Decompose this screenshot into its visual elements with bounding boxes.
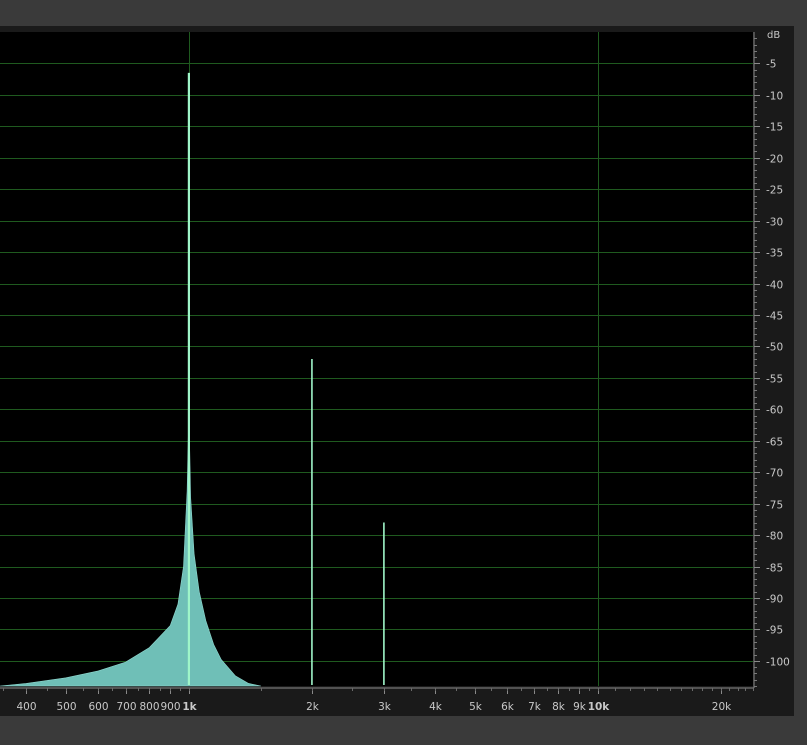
y-tick-label: -60 xyxy=(766,405,783,417)
x-tick-label: 2k xyxy=(306,701,320,713)
x-tick-label: 8k xyxy=(552,701,566,713)
x-tick-label: 5k xyxy=(469,701,483,713)
y-tick-label: -55 xyxy=(766,374,783,386)
y-tick-label: -80 xyxy=(766,531,783,543)
x-tick-label: 20k xyxy=(712,701,732,713)
y-tick-label: -45 xyxy=(766,311,783,323)
y-tick-label: -85 xyxy=(766,563,783,575)
x-tick-label: 6k xyxy=(501,701,515,713)
x-tick-label: 600 xyxy=(88,701,108,713)
y-tick-label: -65 xyxy=(766,437,783,449)
y-axis-unit-label: dB xyxy=(767,30,780,41)
x-tick-label: 1k xyxy=(182,701,197,713)
x-tick-label: 9k xyxy=(573,701,587,713)
y-tick-label: -100 xyxy=(766,657,790,669)
spectrum-analyzer-panel: -5 -10 -15 -20 -25 -30 -35 -40 -45 -50 -55 -60 -65 -7… xyxy=(0,0,807,741)
y-tick-label: -95 xyxy=(766,625,783,637)
y-tick-label: -50 xyxy=(766,342,783,354)
y-tick-label: -35 xyxy=(766,248,783,260)
y-tick-label: -20 xyxy=(766,154,783,166)
y-tick-label: -5 xyxy=(766,59,776,71)
y-tick-label: -90 xyxy=(766,594,783,606)
x-tick-label: 7k xyxy=(528,701,542,713)
y-tick-label: -75 xyxy=(766,500,783,512)
frequency-spectrum-chart: -5 -10 -15 -20 -25 -30 -35 -40 -45 -50 -55 -60 -65 -7… xyxy=(0,0,807,741)
y-tick-label: -70 xyxy=(766,468,783,480)
y-tick-label: -25 xyxy=(766,185,783,197)
x-tick-label: 4k xyxy=(429,701,443,713)
y-tick-label: -30 xyxy=(766,217,783,229)
x-tick-label: 3k xyxy=(378,701,392,713)
y-tick-label: -40 xyxy=(766,280,783,292)
y-tick-label: -15 xyxy=(766,122,783,134)
x-tick-label: 500 xyxy=(56,701,76,713)
x-tick-label: 400 xyxy=(16,701,36,713)
x-tick-label: 900 xyxy=(160,701,180,713)
x-tick-label: 10k xyxy=(588,701,611,713)
x-tick-label: 800 xyxy=(139,701,159,713)
y-tick-label: -10 xyxy=(766,91,783,103)
plot-area xyxy=(0,32,753,686)
x-tick-label: 700 xyxy=(116,701,136,713)
